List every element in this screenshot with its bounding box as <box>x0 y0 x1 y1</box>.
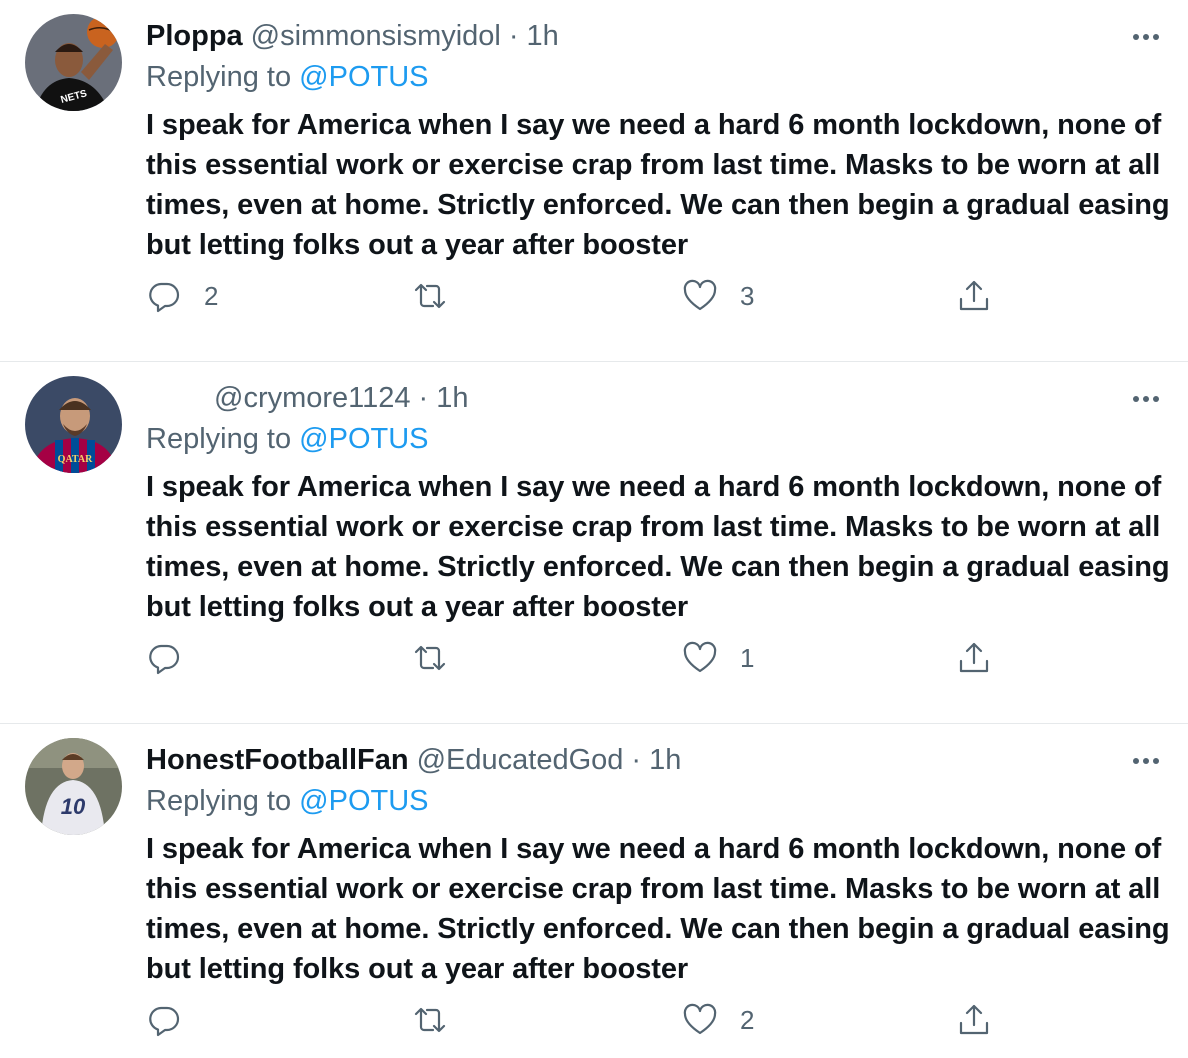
tweet[interactable]: 10 HonestFootballFan @EducatedGod · 1h R… <box>0 724 1188 1058</box>
tweet[interactable]: NETS Ploppa @simmonsismyidol · 1h Replyi… <box>0 0 1188 362</box>
like-count: 3 <box>740 280 755 311</box>
heart-icon <box>683 641 717 673</box>
replying-to: Replying to @POTUS <box>146 423 429 456</box>
tweet-header: Ploppa @simmonsismyidol · 1h <box>146 17 559 55</box>
like-count: 1 <box>740 642 755 673</box>
tweet-actions: 2 3 <box>146 276 1026 316</box>
replying-prefix: Replying to <box>146 61 300 93</box>
reply-icon <box>149 282 180 313</box>
retweet-icon <box>414 645 446 671</box>
like-button[interactable]: 1 <box>682 638 754 678</box>
avatar[interactable]: NETS <box>25 14 122 111</box>
avatar-jersey-text: QATAR <box>58 454 93 465</box>
user-handle[interactable]: @EducatedGod <box>417 744 624 777</box>
heart-icon <box>683 1003 717 1035</box>
mention-link[interactable]: @POTUS <box>299 785 428 817</box>
like-button[interactable]: 3 <box>682 276 754 316</box>
retweet-icon <box>414 283 446 309</box>
share-button[interactable] <box>956 638 992 678</box>
tweet-text: I speak for America when I say we need a… <box>146 109 1170 261</box>
timestamp[interactable]: 1h <box>436 382 468 415</box>
basketball-player-avatar: NETS <box>25 14 122 111</box>
tweet-actions: 1 <box>146 638 1026 678</box>
retweet-button[interactable] <box>412 276 470 316</box>
separator: · <box>508 19 519 52</box>
timestamp[interactable]: 1h <box>649 744 681 777</box>
avatar[interactable]: QATAR <box>25 376 122 473</box>
more-icon[interactable] <box>1126 746 1166 776</box>
reply-icon <box>149 644 180 675</box>
replying-prefix: Replying to <box>146 785 300 817</box>
share-icon <box>959 280 989 311</box>
display-name[interactable]: Ploppa <box>146 20 243 53</box>
tweet-text: I speak for America when I say we need a… <box>146 471 1170 623</box>
more-icon[interactable] <box>1126 384 1166 414</box>
reply-icon <box>149 1006 180 1037</box>
retweet-icon <box>414 1007 446 1033</box>
separator: · <box>418 381 429 414</box>
share-button[interactable] <box>956 276 992 316</box>
user-handle[interactable]: @simmonsismyidol <box>251 20 501 53</box>
soccer-player-avatar: 10 <box>25 738 122 835</box>
avatar-jersey-text: 10 <box>61 794 86 819</box>
tweet[interactable]: QATAR @crymore1124 · 1h Replying to @POT… <box>0 362 1188 724</box>
mention-link[interactable]: @POTUS <box>299 423 428 455</box>
soccer-player-avatar: QATAR <box>25 376 122 473</box>
share-button[interactable] <box>956 1000 992 1040</box>
retweet-button[interactable] <box>412 638 470 678</box>
heart-icon <box>683 279 717 311</box>
replying-to: Replying to @POTUS <box>146 785 429 818</box>
share-icon <box>959 1004 989 1035</box>
tweet-actions: 2 <box>146 1000 1026 1040</box>
reply-button[interactable]: 2 <box>146 276 218 316</box>
replying-prefix: Replying to <box>146 423 300 455</box>
reply-button[interactable] <box>146 1000 204 1040</box>
tweet-header: @crymore1124 · 1h <box>146 379 468 417</box>
like-count: 2 <box>740 1004 755 1035</box>
separator: · <box>631 743 642 776</box>
user-handle[interactable]: @crymore1124 <box>214 382 411 415</box>
mention-link[interactable]: @POTUS <box>299 61 428 93</box>
like-button[interactable]: 2 <box>682 1000 754 1040</box>
display-name[interactable]: HonestFootballFan <box>146 744 409 777</box>
retweet-button[interactable] <box>412 1000 470 1040</box>
reply-count: 2 <box>204 280 219 311</box>
tweet-header: HonestFootballFan @EducatedGod · 1h <box>146 741 681 779</box>
avatar[interactable]: 10 <box>25 738 122 835</box>
more-icon[interactable] <box>1126 22 1166 52</box>
timestamp[interactable]: 1h <box>527 20 559 53</box>
reply-button[interactable] <box>146 638 204 678</box>
share-icon <box>959 642 989 673</box>
tweet-text: I speak for America when I say we need a… <box>146 833 1170 985</box>
tweet-feed: NETS Ploppa @simmonsismyidol · 1h Replyi… <box>0 0 1188 1058</box>
replying-to: Replying to @POTUS <box>146 61 429 94</box>
